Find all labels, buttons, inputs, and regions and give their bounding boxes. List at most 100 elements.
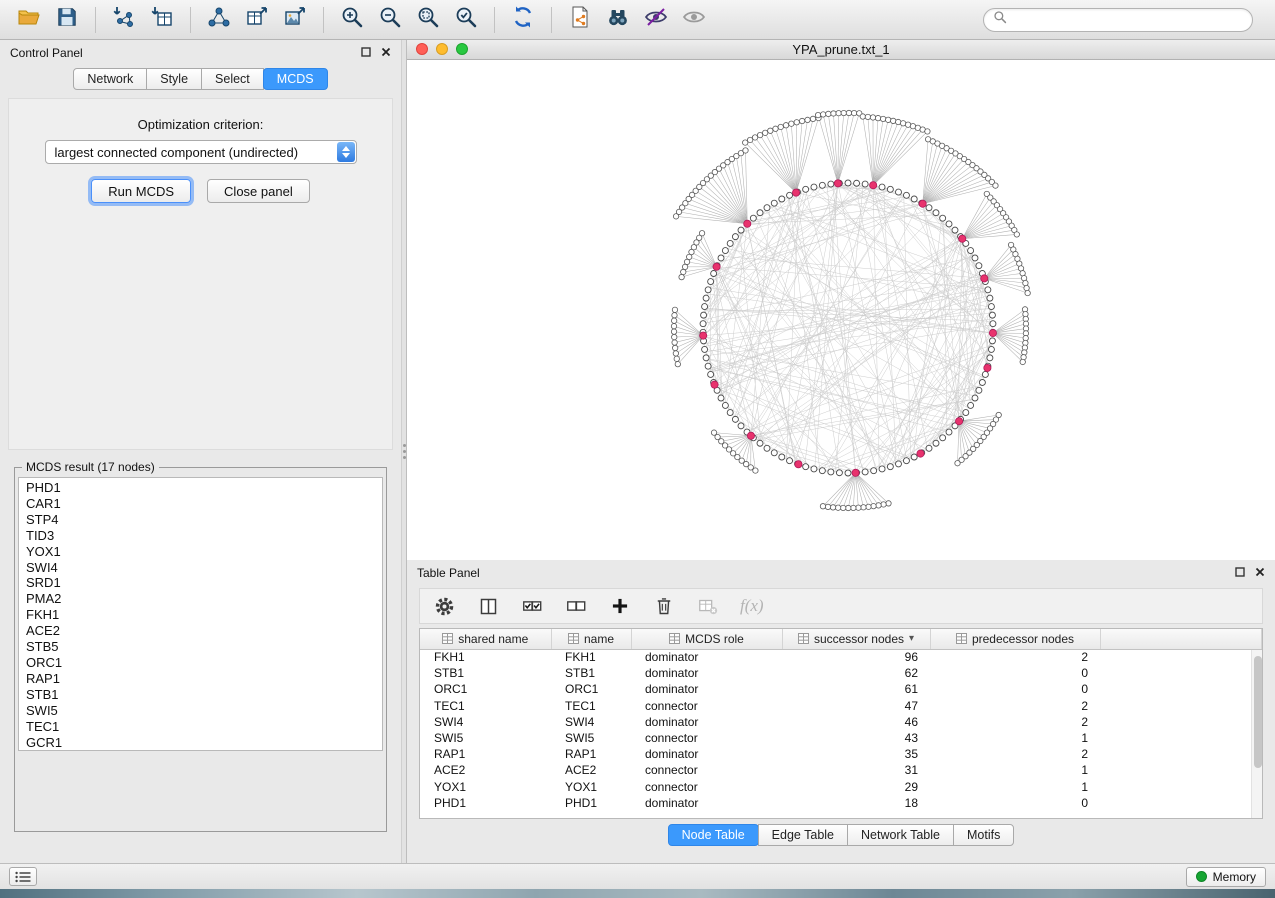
toolbar-separator [494,7,495,33]
network-titlebar[interactable]: YPA_prune.txt_1 [407,40,1275,60]
export-image-button[interactable] [279,4,311,36]
mcds-result-item[interactable]: FKH1 [19,607,382,623]
import-network-icon [112,5,136,34]
select-all-button[interactable] [520,594,544,618]
scrollbar-thumb[interactable] [1254,656,1262,768]
table-row-FKH1[interactable]: FKH1FKH1dominator962 [420,649,1262,665]
find-button[interactable] [602,4,634,36]
network-graph[interactable] [407,60,1275,560]
criterion-select[interactable]: largest connected component (undirected) [45,140,357,164]
columns-icon [478,596,499,617]
desktop-wallpaper-strip [0,889,1275,898]
share-document-button[interactable] [564,4,596,36]
refresh-layout-button[interactable] [507,4,539,36]
column-header-MCDS-role[interactable]: MCDS role [631,629,782,649]
table-panel: Table Panel f(x) [407,560,1275,863]
column-header-shared-name[interactable]: shared name [420,629,551,649]
window-minimize-icon[interactable] [436,43,448,55]
mcds-result-item[interactable]: SWI4 [19,560,382,576]
tab-network-table[interactable]: Network Table [847,824,954,846]
search-input[interactable] [1012,12,1243,27]
window-close-icon[interactable] [416,43,428,55]
mcds-result-item[interactable]: STP4 [19,512,382,528]
table-panel-tabs: Node TableEdge TableNetwork TableMotifs [407,824,1275,846]
open-session-button[interactable] [13,4,45,36]
import-table-button[interactable] [146,4,178,36]
tab-edge-table[interactable]: Edge Table [758,824,848,846]
table-row-RAP1[interactable]: RAP1RAP1dominator352 [420,746,1262,762]
mcds-result-item[interactable]: ORC1 [19,655,382,671]
control-panel-title: Control Panel [10,46,83,60]
mcds-result-item[interactable]: STB5 [19,639,382,655]
table-toolbar: f(x) [419,588,1263,624]
control-panel-header: Control Panel [0,40,401,66]
tab-network[interactable]: Network [73,68,147,90]
mcds-result-item[interactable]: PHD1 [19,480,382,496]
window-zoom-icon[interactable] [456,43,468,55]
table-row-SWI4[interactable]: SWI4SWI4dominator462 [420,714,1262,730]
table-scrollbar[interactable] [1251,650,1262,818]
new-network-button[interactable] [203,4,235,36]
table-settings-button[interactable] [432,594,456,618]
memory-button[interactable]: Memory [1186,867,1266,887]
node-table-body: FKH1FKH1dominator962STB1STB1dominator620… [420,649,1262,811]
float-panel-icon[interactable] [361,46,371,60]
zoom-fit-button[interactable] [412,4,444,36]
mcds-result-item[interactable]: STB1 [19,687,382,703]
mcds-result-item[interactable]: SWI5 [19,703,382,719]
close-panel-icon[interactable] [381,46,391,60]
tab-mcds[interactable]: MCDS [263,68,328,90]
hide-selected-button[interactable] [640,4,672,36]
mcds-result-item[interactable]: TID3 [19,528,382,544]
zoom-selected-button[interactable] [450,4,482,36]
table-row-ORC1[interactable]: ORC1ORC1dominator610 [420,681,1262,697]
column-chooser-button[interactable] [476,594,500,618]
mcds-result-item[interactable]: YOX1 [19,544,382,560]
tab-node-table[interactable]: Node Table [668,824,759,846]
import-network-button[interactable] [108,4,140,36]
chevron-down-icon[interactable]: ▾ [909,633,914,644]
table-row-TEC1[interactable]: TEC1TEC1connector472 [420,698,1262,714]
close-panel-icon[interactable] [1255,566,1265,580]
run-mcds-button[interactable]: Run MCDS [91,179,191,203]
search-box[interactable] [983,8,1253,32]
export-table-button[interactable] [241,4,273,36]
import-table-icon [150,5,174,34]
tab-motifs[interactable]: Motifs [953,824,1014,846]
network-canvas[interactable] [407,60,1275,560]
mcds-result-item[interactable]: TEC1 [19,719,382,735]
table-row-PHD1[interactable]: PHD1PHD1dominator180 [420,795,1262,811]
mcds-result-item[interactable]: GCR1 [19,735,382,751]
show-all-button[interactable] [678,4,710,36]
zoom-in-button[interactable] [336,4,368,36]
folder-icon [17,5,41,34]
deselect-all-button[interactable] [564,594,588,618]
mcds-result-list[interactable]: PHD1CAR1STP4TID3YOX1SWI4SRD1PMA2FKH1ACE2… [18,477,383,751]
mcds-result-item[interactable]: CAR1 [19,496,382,512]
mcds-result-item[interactable]: SRD1 [19,575,382,591]
mcds-result-item[interactable]: ACE2 [19,623,382,639]
panel-menu-button[interactable] [9,867,37,886]
save-session-button[interactable] [51,4,83,36]
add-column-button[interactable] [608,594,632,618]
zoom-selected-icon [454,5,478,34]
table-row-STB1[interactable]: STB1STB1dominator620 [420,665,1262,681]
column-header-predecessor-nodes[interactable]: predecessor nodes [930,629,1100,649]
mcds-result-item[interactable]: RAP1 [19,671,382,687]
function-builder-button: f(x) [740,596,764,616]
column-header-successor-nodes[interactable]: successor nodes▾ [782,629,930,649]
table-row-ACE2[interactable]: ACE2ACE2connector311 [420,762,1262,778]
zoom-out-button[interactable] [374,4,406,36]
table-row-SWI5[interactable]: SWI5SWI5connector431 [420,730,1262,746]
delete-column-button[interactable] [652,594,676,618]
eye-slash-icon [644,5,668,34]
tab-select[interactable]: Select [201,68,264,90]
close-panel-button[interactable]: Close panel [207,179,310,203]
tab-style[interactable]: Style [146,68,202,90]
mcds-result-item[interactable]: PMA2 [19,591,382,607]
column-header-name[interactable]: name [551,629,631,649]
table-panel-title: Table Panel [417,566,480,580]
status-bar: Memory [0,863,1275,889]
table-row-YOX1[interactable]: YOX1YOX1connector291 [420,779,1262,795]
float-panel-icon[interactable] [1235,566,1245,580]
